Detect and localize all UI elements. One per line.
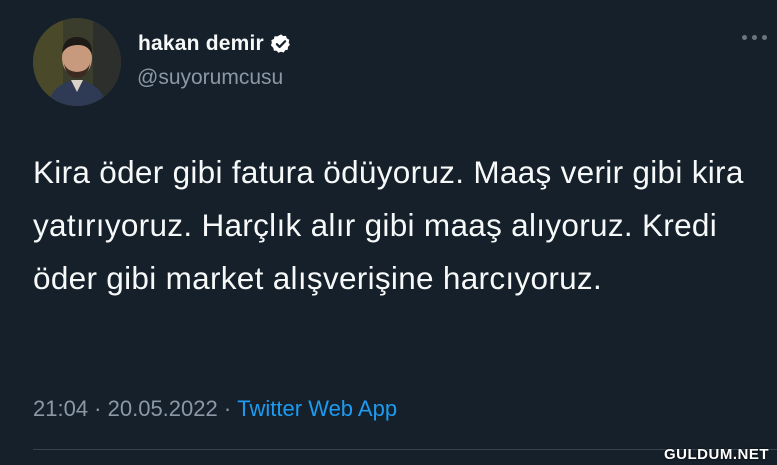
- tweet-text: Kira öder gibi fatura ödüyoruz. Maaş ver…: [33, 154, 744, 296]
- verified-badge-icon: [270, 33, 292, 55]
- more-options-icon[interactable]: [742, 35, 767, 40]
- tweet-time[interactable]: 21:04: [33, 396, 88, 422]
- avatar[interactable]: [33, 18, 121, 106]
- meta-separator: ·: [88, 396, 108, 421]
- watermark: GULDUM.NET: [664, 446, 769, 463]
- tweet-meta: 21:04 · 20.05.2022 · Twitter Web App: [33, 396, 397, 422]
- author-name-row[interactable]: hakan demir: [138, 32, 292, 56]
- author-handle[interactable]: @suyorumcusu: [137, 66, 283, 90]
- author-name[interactable]: hakan demir: [138, 32, 264, 56]
- meta-separator-2: ·: [217, 396, 238, 421]
- tweet-date[interactable]: 20.05.2022: [108, 396, 218, 422]
- tweet-source-link[interactable]: Twitter Web App: [237, 396, 397, 422]
- avatar-image: [33, 18, 121, 106]
